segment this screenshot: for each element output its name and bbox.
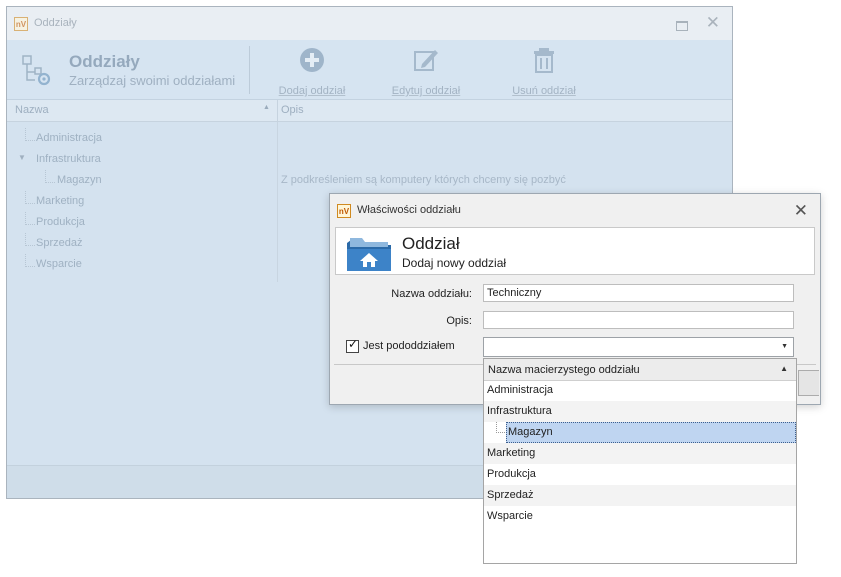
row-name: Wsparcie <box>36 258 82 270</box>
branch-name-field[interactable] <box>483 284 794 302</box>
chevron-down-icon[interactable]: ▼ <box>781 343 788 350</box>
ribbon-title: Oddziały <box>69 52 140 71</box>
list-item[interactable]: Sprzedaż <box>484 485 796 506</box>
popup-column-label: Nazwa macierzystego oddziału <box>488 364 640 376</box>
list-item[interactable]: Wsparcie <box>484 506 796 527</box>
is-subbranch-label[interactable]: Jest pododdziałem <box>363 340 455 352</box>
column-separator[interactable] <box>277 100 278 121</box>
row-description: Z podkreśleniem są komputery których chc… <box>281 174 566 186</box>
tree-connector <box>25 233 35 246</box>
table-header: Nazwa ▲ Opis <box>7 100 732 122</box>
tree-connector <box>496 422 505 433</box>
ribbon: Oddziały Zarządzaj swoimi oddziałami Dod… <box>7 40 732 100</box>
window-title: Oddziały <box>34 17 77 29</box>
list-item[interactable]: Infrastruktura <box>484 401 796 422</box>
add-branch-button[interactable]: Dodaj oddział <box>267 44 357 97</box>
tree-connector <box>25 191 35 204</box>
row-name: Administracja <box>36 132 103 144</box>
list-item-label: Wsparcie <box>487 510 533 522</box>
branches-icon <box>22 55 51 86</box>
list-item[interactable]: Produkcja <box>484 464 796 485</box>
window-titlebar[interactable]: nV Oddziały ✕ <box>7 7 732 41</box>
tree-connector <box>25 212 35 225</box>
parent-branch-dropdown[interactable]: ▼ <box>483 337 794 357</box>
ribbon-subtitle: Zarządzaj swoimi oddziałami <box>69 73 236 88</box>
row-name: Produkcja <box>36 216 85 228</box>
delete-branch-button[interactable]: Usuń oddział <box>499 44 589 97</box>
branch-name-label: Nazwa oddziału: <box>391 288 472 300</box>
list-item-selected[interactable]: Magazyn <box>484 422 796 443</box>
expand-arrow-icon[interactable]: ▼ <box>18 153 26 162</box>
list-item-label: Infrastruktura <box>487 405 552 417</box>
row-name: Infrastruktura <box>36 153 101 165</box>
header-subtitle: Dodaj nowy oddział <box>402 256 507 270</box>
table-row[interactable]: ▼ Infrastruktura <box>7 149 732 170</box>
row-name: Magazyn <box>57 174 102 186</box>
list-item-label: Magazyn <box>508 426 553 438</box>
maximize-icon[interactable] <box>676 21 688 31</box>
is-subbranch-checkbox[interactable]: ✓ <box>346 337 359 353</box>
dialog-title: Właściwości oddziału <box>357 204 461 216</box>
table-row[interactable]: Magazyn Z podkreśleniem są komputery któ… <box>7 170 732 191</box>
edit-branch-button[interactable]: Edytuj oddział <box>381 44 471 97</box>
popup-column-header[interactable]: Nazwa macierzystego oddziału ▲ <box>484 359 796 381</box>
list-item-label: Produkcja <box>487 468 536 480</box>
app-icon: nV <box>14 17 28 31</box>
dialog-header: Oddział Dodaj nowy oddział <box>335 227 815 275</box>
list-item[interactable]: Marketing <box>484 443 796 464</box>
row-name: Sprzedaż <box>36 237 83 249</box>
sort-ascending-icon: ▲ <box>263 104 270 111</box>
add-branch-label: Dodaj oddział <box>278 85 346 97</box>
list-item-label: Administracja <box>487 384 554 396</box>
description-label: Opis: <box>446 315 472 327</box>
edit-pencil-icon <box>414 50 438 71</box>
tree-connector <box>25 254 35 267</box>
dialog-button[interactable] <box>798 370 819 396</box>
parent-branch-popup: Nazwa macierzystego oddziału ▲ Administr… <box>483 358 797 564</box>
column-header-description[interactable]: Opis <box>281 104 304 116</box>
list-item-label: Marketing <box>487 447 536 459</box>
table-row[interactable]: Administracja <box>7 128 732 149</box>
column-header-name[interactable]: Nazwa <box>15 104 49 116</box>
ribbon-separator <box>249 46 250 94</box>
close-icon[interactable]: ✕ <box>706 14 720 31</box>
edit-branch-label: Edytuj oddział <box>391 85 461 97</box>
app-icon: nV <box>337 204 351 218</box>
list-item-label: Sprzedaż <box>487 489 534 501</box>
delete-branch-label: Usuń oddział <box>512 85 576 97</box>
description-field[interactable] <box>483 311 794 329</box>
list-item[interactable]: Administracja <box>484 380 796 401</box>
folder-home-icon <box>347 238 391 271</box>
trash-icon <box>534 48 554 73</box>
dialog-titlebar[interactable]: nV Właściwości oddziału ✕ <box>330 194 820 226</box>
tree-connector <box>45 170 55 183</box>
tree-connector <box>25 128 35 141</box>
row-name: Marketing <box>36 195 85 207</box>
sort-ascending-icon: ▲ <box>780 364 788 373</box>
header-title: Oddział <box>402 234 460 253</box>
close-icon[interactable]: ✕ <box>794 202 808 219</box>
checkmark-icon: ✓ <box>348 337 359 351</box>
plus-circle-icon <box>300 48 324 72</box>
